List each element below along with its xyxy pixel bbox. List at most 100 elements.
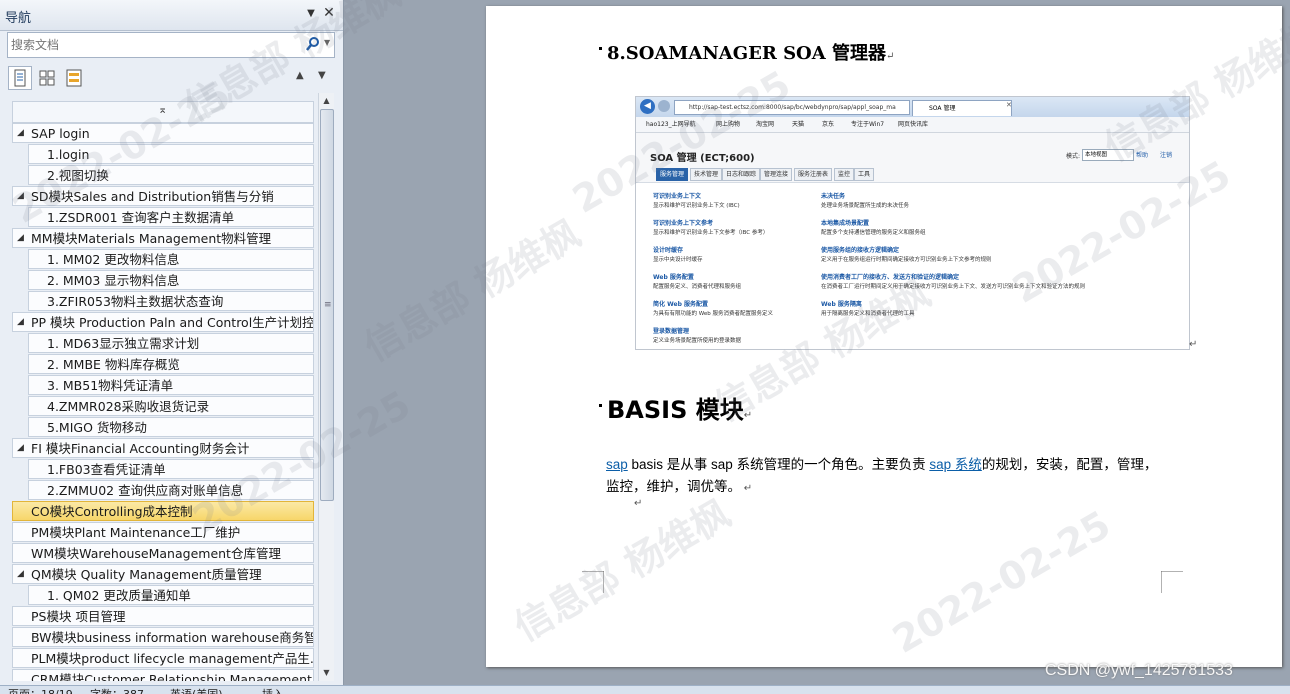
nav-heading-item[interactable]: ◢ QM模块 Quality Management质量管理: [12, 564, 314, 584]
nav-subheading-item[interactable]: 1.ZSDR001 查询客户主数据清单: [28, 207, 314, 227]
results-view-icon: [66, 69, 82, 87]
nav-subheading-item[interactable]: 3.ZFIR053物料主数据状态查询: [28, 291, 314, 311]
nav-subheading-item[interactable]: 2.ZMMU02 查询供应商对账单信息: [28, 480, 314, 500]
browser-url: http://sap-test.ectsz.com:8000/sap/bc/we…: [674, 100, 910, 115]
grip-icon: ≡: [324, 300, 332, 310]
soa-tab: 日志和跟踪: [722, 168, 761, 181]
help-link: 帮助: [1136, 152, 1149, 159]
nav-subheading-item[interactable]: 1.FB03查看凭证清单: [28, 459, 314, 479]
scroll-thumb[interactable]: ≡: [320, 109, 334, 501]
heading-basis[interactable]: BASIS 模块↵: [607, 390, 752, 425]
pages-view-tab[interactable]: [35, 66, 59, 90]
document-page[interactable]: 8.SOAMANAGER SOA 管理器↵ ◀ http://sap-test.…: [486, 6, 1282, 667]
search-icon[interactable]: [305, 36, 321, 52]
nav-subheading-item[interactable]: 2. MMBE 物料库存概览: [28, 354, 314, 374]
collapse-all-icon: ⌅: [158, 103, 168, 116]
nav-heading-item[interactable]: ◢ FI 模块Financial Accounting财务会计: [12, 438, 314, 458]
soa-menu-item: 本地集成场景配置 配置多个支持通信管理的服务定义和服务组: [821, 218, 1081, 236]
sap-link[interactable]: sap: [606, 457, 628, 472]
nav-heading-item[interactable]: ◢ MM模块Materials Management物料管理: [12, 228, 314, 248]
nav-subheading-item[interactable]: 1. QM02 更改质量通知单: [28, 585, 314, 605]
nav-subheading-item[interactable]: 1. MD63显示独立需求计划: [28, 333, 314, 353]
nav-subheading-item[interactable]: 3. MB51物料凭证清单: [28, 375, 314, 395]
paragraph-mark-icon: ↵: [1189, 339, 1198, 350]
previous-heading-icon[interactable]: ▲: [296, 70, 304, 81]
nav-subheading-item[interactable]: 2.视图切换: [28, 165, 314, 185]
nav-heading-item[interactable]: CO模块Controlling成本控制: [12, 501, 314, 521]
expand-arrow-icon[interactable]: ◢: [17, 439, 24, 457]
next-heading-icon[interactable]: ▼: [318, 70, 326, 81]
headings-view-tab[interactable]: [8, 66, 32, 90]
soa-tab: 管理连接: [760, 168, 793, 181]
nav-item-label: CO模块Controlling成本控制: [31, 504, 193, 519]
favorite-link: 网页快讯库: [898, 121, 929, 128]
nav-heading-item[interactable]: ◢ SAP login: [12, 123, 314, 143]
nav-heading-item[interactable]: PS模块 项目管理: [12, 606, 314, 626]
soa-item-title: 使用服务组的接收方逻辑确定: [821, 247, 900, 254]
scroll-up-icon[interactable]: ▲: [319, 93, 334, 108]
nav-heading-item[interactable]: WM模块WarehouseManagement仓库管理: [12, 543, 314, 563]
search-box[interactable]: ▼: [7, 32, 335, 58]
heading-soamanager[interactable]: 8.SOAMANAGER SOA 管理器↵: [607, 39, 894, 65]
results-view-tab[interactable]: [62, 66, 86, 90]
soa-tab: 服务管理: [656, 168, 689, 181]
headings-view-icon: [14, 69, 26, 87]
nav-heading-item[interactable]: PM模块Plant Maintenance工厂维护: [12, 522, 314, 542]
soa-app-title: SOA 管理 (ECT;600): [650, 153, 755, 164]
nav-item-label: QM模块 Quality Management质量管理: [31, 567, 262, 582]
expand-arrow-icon[interactable]: ◢: [17, 187, 24, 205]
sap-system-link[interactable]: sap 系统: [929, 457, 982, 472]
soa-item-desc: 定义用于在服务组运行时期间确定接收方可识别业务上下文参考的规则: [821, 257, 992, 263]
heading-soamanager-text: 8.SOAMANAGER SOA 管理器: [607, 43, 886, 64]
search-options-icon[interactable]: ▼: [324, 38, 330, 47]
nav-heading-item[interactable]: ◢ PP 模块 Production Paln and Control生产计划控.…: [12, 312, 314, 332]
scroll-down-icon[interactable]: ▼: [319, 665, 334, 680]
nav-item-label: 1. MD63显示独立需求计划: [47, 336, 200, 351]
nav-item-label: PP 模块 Production Paln and Control生产计划控..…: [31, 315, 314, 330]
forward-icon: [658, 100, 670, 112]
search-input[interactable]: [11, 36, 296, 54]
nav-heading-item[interactable]: ◢ SD模块Sales and Distribution销售与分销: [12, 186, 314, 206]
back-icon: ◀: [640, 99, 655, 114]
soa-tab: 监控: [834, 168, 855, 181]
nav-item-label: 1. QM02 更改质量通知单: [47, 588, 191, 603]
embedded-screenshot[interactable]: ◀ http://sap-test.ectsz.com:8000/sap/bc/…: [635, 96, 1190, 350]
soa-item-desc: 定义业务场景配置所使用的登录数据: [653, 338, 742, 344]
nav-heading-item[interactable]: CRM模块Customer Relationship Management...: [12, 669, 314, 681]
list-bullet: [599, 404, 602, 407]
soa-item-desc: 在消费者工厂运行时期间定义用于确定接收方可识别业务上下文、发送方可识别业务上下文…: [821, 284, 1086, 290]
nav-menu-icon[interactable]: ▼: [304, 6, 318, 22]
expand-arrow-icon[interactable]: ◢: [17, 565, 24, 583]
expand-arrow-icon[interactable]: ◢: [17, 124, 24, 142]
soa-item-desc: 用于隔离服务定义和消费者代理的工具: [821, 311, 915, 317]
basis-paragraph[interactable]: sap basis 是从事 sap 系统管理的一个角色。主要负责 sap 系统的…: [606, 454, 1166, 500]
crop-mark-icon: [1161, 571, 1183, 593]
nav-item-label: 5.MIGO 货物移动: [47, 420, 147, 435]
tree-scrollbar[interactable]: ▲ ≡ ▼: [318, 93, 334, 681]
paragraph-mark-icon: ↵: [885, 51, 895, 62]
nav-item-label: PM模块Plant Maintenance工厂维护: [31, 525, 241, 540]
nav-item-label: BW模块business information warehouse商务智能: [31, 630, 314, 645]
nav-item-label: 4.ZMMR028采购收退货记录: [47, 399, 210, 414]
soa-menu-item: 使用消费者工厂的接收方、发送方和验证的逻辑确定 在消费者工厂运行时期间定义用于确定…: [821, 272, 1086, 290]
nav-item-label: SAP login: [31, 126, 90, 141]
soa-menu-item: 未决任务 处理业务场景配置所生成的未决任务: [821, 191, 1081, 209]
nav-subheading-item[interactable]: 1. MM02 更改物料信息: [28, 249, 314, 269]
expand-arrow-icon[interactable]: ◢: [17, 313, 24, 331]
nav-item-label: PS模块 项目管理: [31, 609, 126, 624]
crop-mark-icon: [582, 571, 604, 593]
nav-subheading-item[interactable]: 2. MM03 显示物料信息: [28, 270, 314, 290]
nav-subheading-item[interactable]: 1.login: [28, 144, 314, 164]
favorite-link: 专注于Win7: [851, 121, 885, 128]
nav-item-label: 2. MMBE 物料库存概览: [47, 357, 180, 372]
nav-heading-item[interactable]: PLM模块product lifecycle management产品生...: [12, 648, 314, 668]
paragraph-mark-icon: ↵: [634, 498, 643, 509]
nav-subheading-item[interactable]: 5.MIGO 货物移动: [28, 417, 314, 437]
nav-item-label: 1.login: [47, 147, 90, 162]
nav-heading-item[interactable]: BW模块business information warehouse商务智能: [12, 627, 314, 647]
expand-arrow-icon[interactable]: ◢: [17, 229, 24, 247]
nav-close-icon[interactable]: ✕: [322, 5, 336, 21]
nav-subheading-item[interactable]: 4.ZMMR028采购收退货记录: [28, 396, 314, 416]
soa-menu-item: Web 服务隔离 用于隔离服务定义和消费者代理的工具: [821, 299, 1081, 317]
collapse-all-row[interactable]: ⌅: [12, 101, 314, 123]
